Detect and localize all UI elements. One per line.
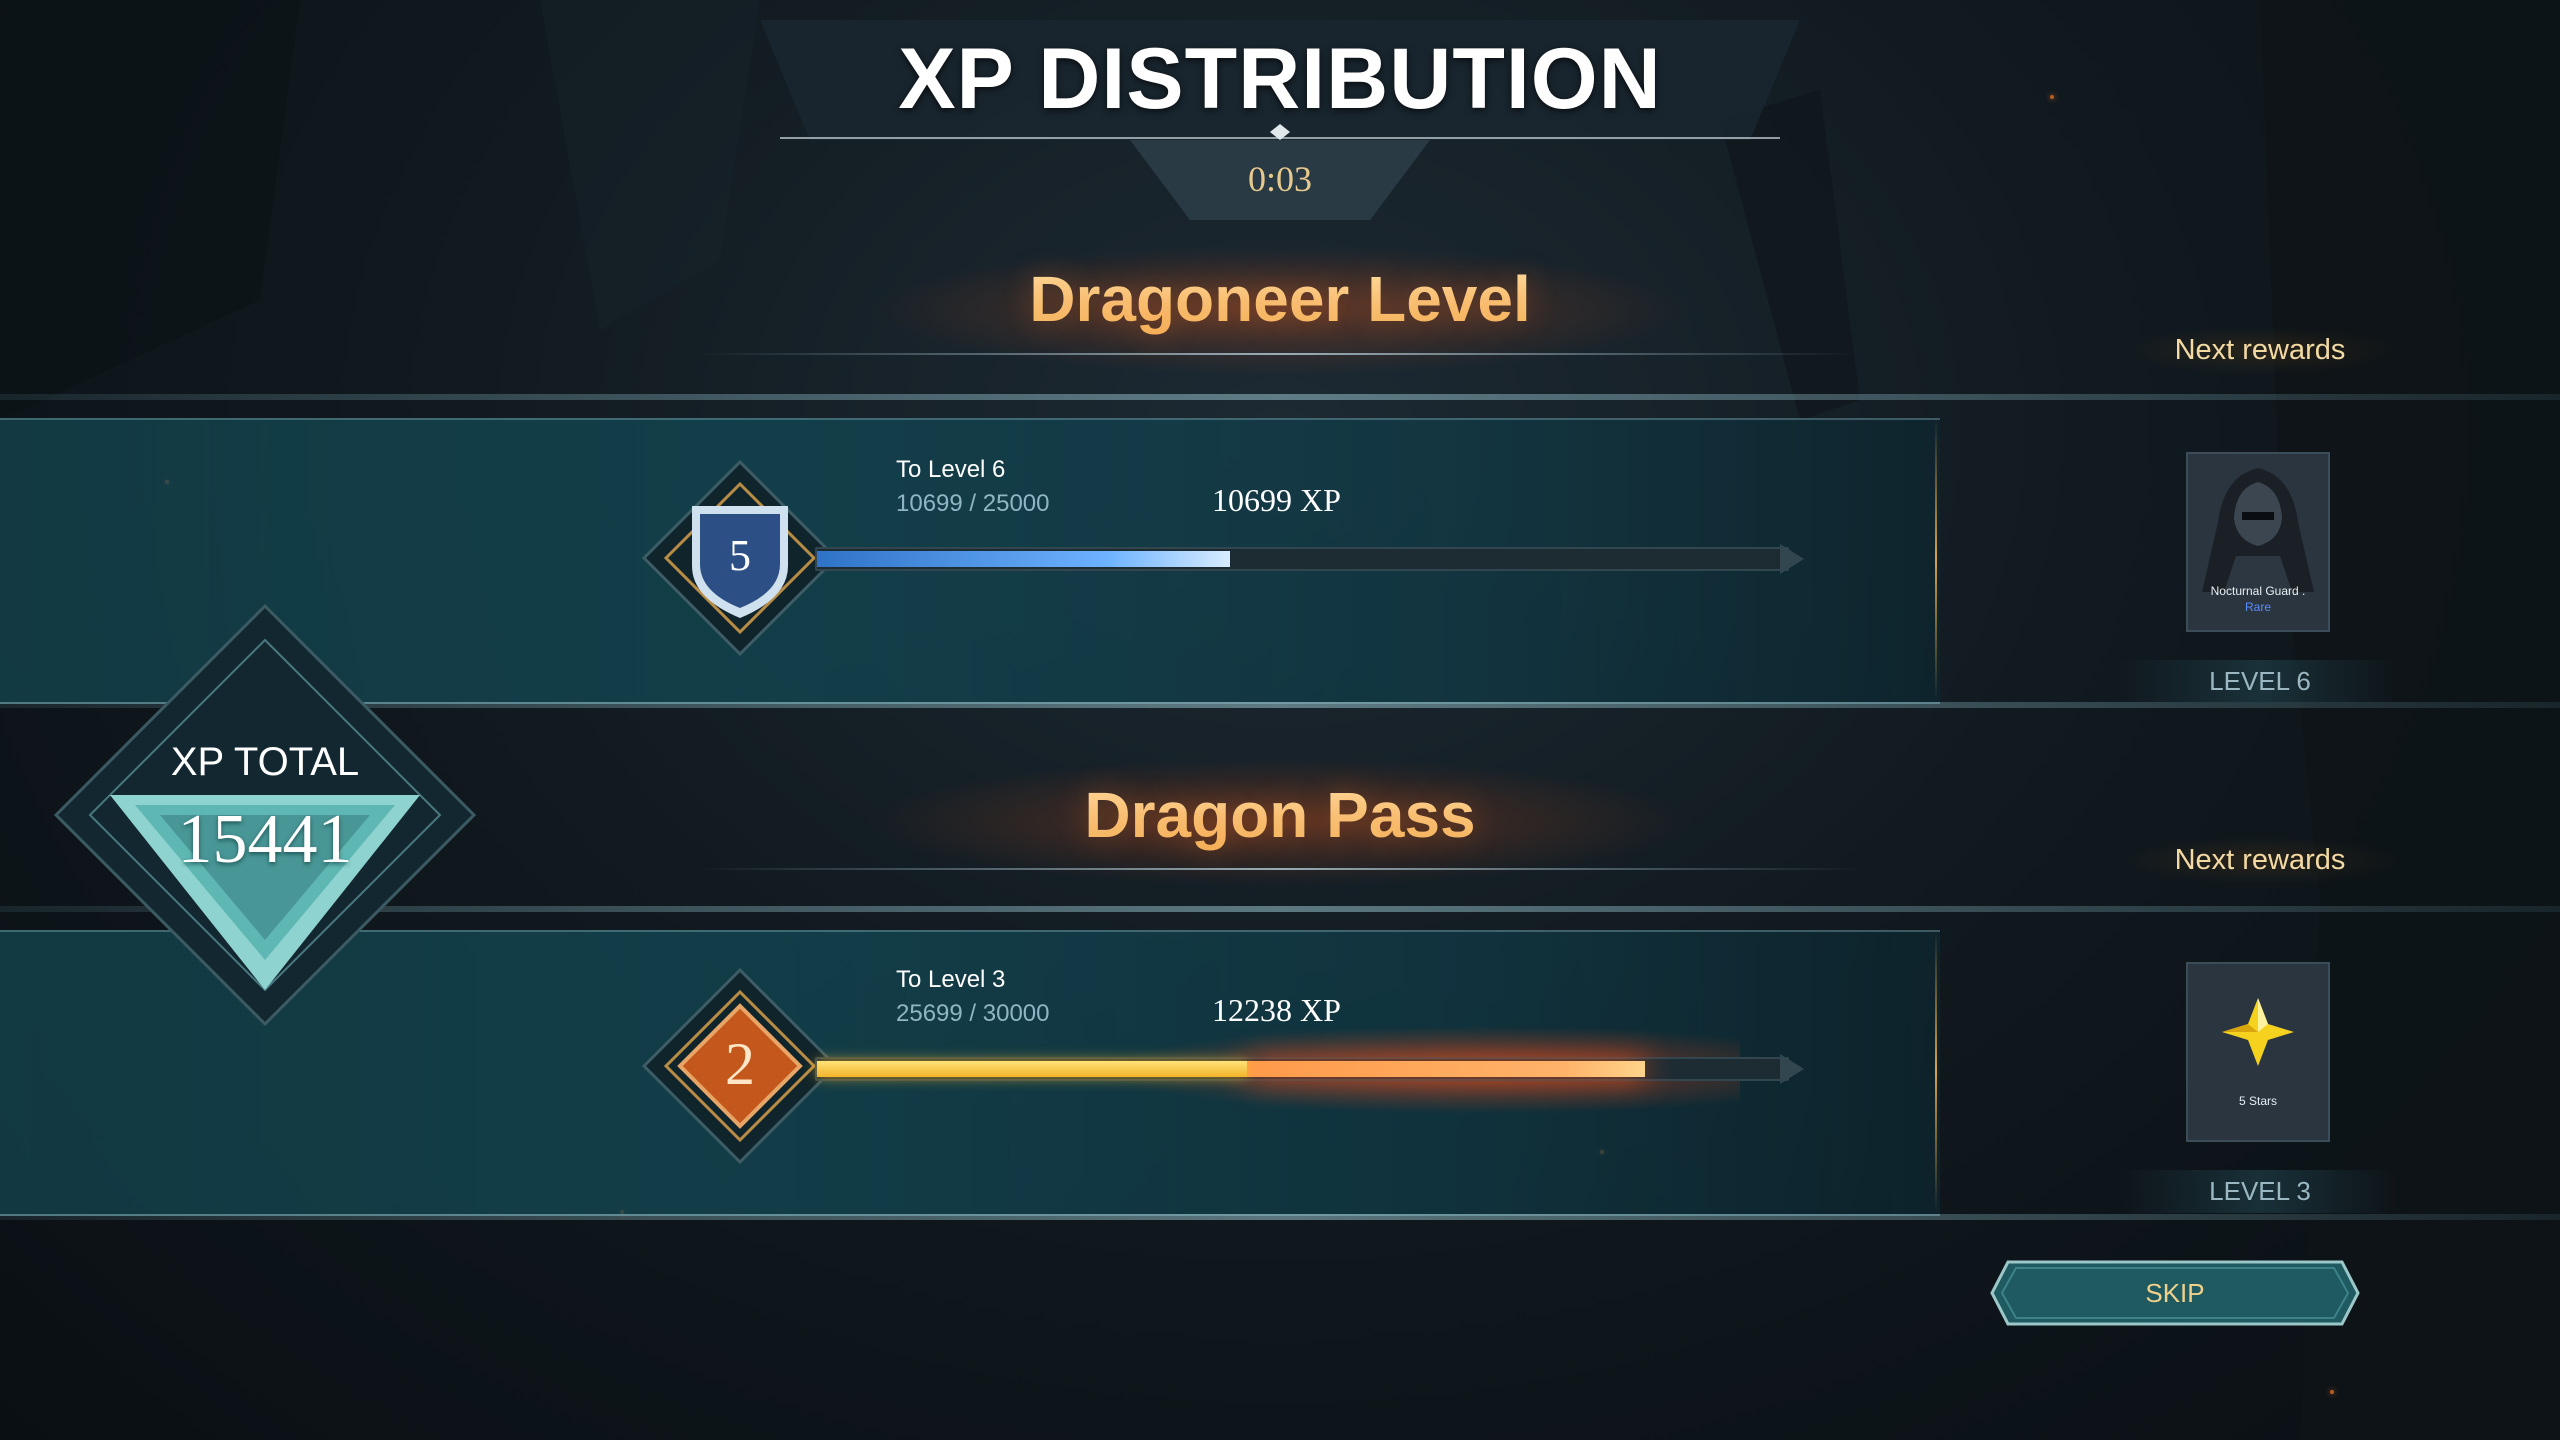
ember-particle: [2330, 1390, 2334, 1394]
countdown-timer: 0:03: [1247, 159, 1312, 199]
skip-button[interactable]: [1990, 1260, 2360, 1326]
gold-star-icon: [2222, 998, 2294, 1066]
reward-rarity: Rare: [2244, 600, 2271, 614]
reward-card-nocturnal-guard[interactable]: Nocturnal Guard . Rare: [2186, 452, 2330, 632]
panel-divider: [1935, 418, 1937, 700]
section-divider: [700, 868, 1860, 870]
xp-total-label: XP TOTAL: [170, 740, 360, 784]
bar-arrow-tip: [1780, 1054, 1804, 1084]
bar-arrow-tip: [1780, 544, 1804, 574]
dragoneer-progress-fill: [817, 551, 1230, 567]
xp-total-value: 15441: [177, 801, 353, 878]
section-title-dragoneer: Dragoneer Level: [0, 262, 2560, 336]
page-title: XP DISTRIBUTION: [898, 31, 1662, 127]
progress-text: 25699 / 30000: [896, 1000, 1050, 1027]
section-divider: [700, 353, 1860, 355]
dragon-pass-current-level: 2: [725, 1031, 755, 1097]
reward-level-label: LEVEL 3: [2120, 1170, 2400, 1213]
xp-gain: 12238 XP: [1212, 992, 1341, 1028]
to-level-label: To Level 3: [896, 966, 1006, 993]
panel-border: [0, 1214, 2560, 1220]
reward-name: 5 Stars: [2238, 1094, 2277, 1108]
next-rewards-label: Next rewards: [2120, 326, 2400, 375]
reward-level-label: LEVEL 6: [2120, 660, 2400, 703]
panel-border: [0, 394, 2560, 400]
panel-divider: [1935, 930, 1937, 1212]
dragoneer-current-level: 5: [729, 531, 751, 580]
next-rewards-label: Next rewards: [2120, 836, 2400, 885]
reward-name: Nocturnal Guard .: [2210, 584, 2306, 598]
progress-text: 10699 / 25000: [896, 490, 1050, 517]
dragon-pass-progress-fill: [817, 1061, 1247, 1077]
reward-card-stars[interactable]: 5 Stars: [2186, 962, 2330, 1142]
dragon-pass-xp-gain-fill: [1247, 1061, 1645, 1077]
xp-gain: 10699 XP: [1212, 482, 1341, 518]
hooded-knight-icon: [2202, 468, 2314, 592]
to-level-label: To Level 6: [896, 456, 1006, 483]
